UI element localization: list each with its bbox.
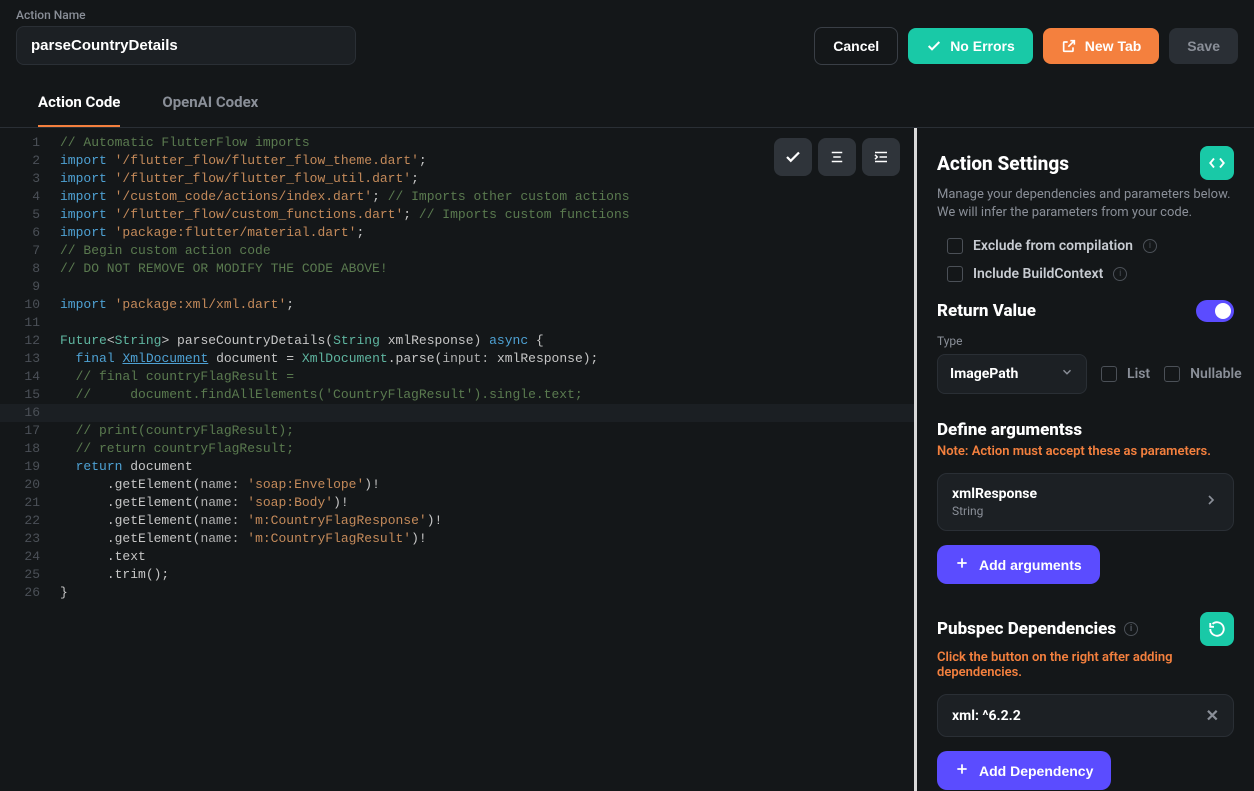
save-button[interactable]: Save — [1169, 28, 1238, 64]
dependency-value: xml: ^6.2.2 — [952, 708, 1021, 724]
argument-type: String — [952, 504, 1037, 518]
list-checkbox[interactable] — [1101, 366, 1117, 382]
top-actions: Cancel No Errors New Tab Save — [814, 27, 1238, 65]
tabs: Action Code OpenAI Codex — [0, 79, 1254, 128]
main: 1// Automatic FlutterFlow imports2import… — [0, 128, 1254, 791]
cancel-button[interactable]: Cancel — [814, 27, 898, 65]
nullable-checkbox[interactable] — [1164, 366, 1180, 382]
editor-toolbar — [774, 138, 900, 176]
include-checkbox[interactable] — [947, 266, 963, 282]
code-settings-button[interactable] — [1200, 146, 1234, 180]
check-icon — [926, 38, 942, 54]
panel-title: Action Settings — [937, 152, 1069, 175]
type-row: ImagePath List Nullable — [937, 354, 1234, 394]
add-dependency-button[interactable]: Add Dependency — [937, 751, 1111, 790]
tab-openai-codex[interactable]: OpenAI Codex — [162, 79, 258, 127]
return-value-toggle[interactable] — [1196, 300, 1234, 322]
nullable-check[interactable]: Nullable — [1164, 366, 1242, 382]
argument-card[interactable]: xmlResponse String — [937, 473, 1234, 531]
type-select[interactable]: ImagePath — [937, 354, 1087, 394]
remove-dep-icon[interactable]: ✕ — [1206, 706, 1219, 725]
argument-name: xmlResponse — [952, 486, 1037, 502]
code-lines: 1// Automatic FlutterFlow imports2import… — [0, 128, 914, 602]
panel-header: Action Settings — [937, 146, 1234, 180]
add-arguments-button[interactable]: Add arguments — [937, 545, 1100, 584]
exclude-checkbox[interactable] — [947, 238, 963, 254]
nullable-label: Nullable — [1190, 366, 1242, 382]
indent-button[interactable] — [862, 138, 900, 176]
type-label: Type — [937, 334, 1234, 348]
plus-icon — [955, 762, 969, 779]
panel-subtitle: Manage your dependencies and parameters … — [937, 186, 1234, 222]
info-icon[interactable]: i — [1113, 267, 1127, 281]
apply-button[interactable] — [774, 138, 812, 176]
field-label: Action Name — [16, 8, 356, 22]
chevron-down-icon — [1060, 365, 1074, 383]
no-errors-label: No Errors — [950, 38, 1015, 54]
exclude-label: Exclude from compilation — [973, 238, 1133, 254]
add-arguments-label: Add arguments — [979, 557, 1082, 573]
type-value: ImagePath — [950, 366, 1018, 382]
define-args-row: Define argumentss — [937, 420, 1234, 440]
new-tab-label: New Tab — [1085, 38, 1142, 54]
list-label: List — [1127, 366, 1150, 382]
tab-action-code[interactable]: Action Code — [38, 79, 120, 127]
info-icon[interactable]: i — [1143, 239, 1157, 253]
include-label: Include BuildContext — [973, 266, 1103, 282]
return-value-row: Return Value — [937, 300, 1234, 322]
external-icon — [1061, 38, 1077, 54]
side-panel: Action Settings Manage your dependencies… — [914, 128, 1254, 791]
info-icon[interactable]: i — [1124, 622, 1138, 636]
new-tab-button[interactable]: New Tab — [1043, 28, 1160, 64]
return-value-title: Return Value — [937, 301, 1036, 321]
add-dependency-label: Add Dependency — [979, 763, 1093, 779]
dependency-input[interactable]: xml: ^6.2.2 ✕ — [937, 694, 1234, 737]
refresh-deps-button[interactable] — [1200, 612, 1234, 646]
define-args-title: Define argumentss — [937, 420, 1082, 440]
top-bar: Action Name Cancel No Errors New Tab Sav… — [0, 0, 1254, 79]
argument-info: xmlResponse String — [952, 486, 1037, 518]
deps-row: Pubspec Dependencies i — [937, 612, 1234, 646]
include-row[interactable]: Include BuildContext i — [947, 266, 1234, 282]
align-center-button[interactable] — [818, 138, 856, 176]
chevron-right-icon — [1203, 492, 1219, 512]
exclude-row[interactable]: Exclude from compilation i — [947, 238, 1234, 254]
deps-title: Pubspec Dependencies i — [937, 619, 1138, 639]
deps-note: Click the button on the right after addi… — [937, 650, 1234, 680]
code-editor[interactable]: 1// Automatic FlutterFlow imports2import… — [0, 128, 914, 791]
plus-icon — [955, 556, 969, 573]
action-name-input[interactable] — [16, 26, 356, 65]
action-name-field: Action Name — [16, 8, 356, 65]
list-check[interactable]: List — [1101, 366, 1150, 382]
no-errors-button[interactable]: No Errors — [908, 28, 1033, 64]
define-args-note: Note: Action must accept these as parame… — [937, 444, 1234, 459]
